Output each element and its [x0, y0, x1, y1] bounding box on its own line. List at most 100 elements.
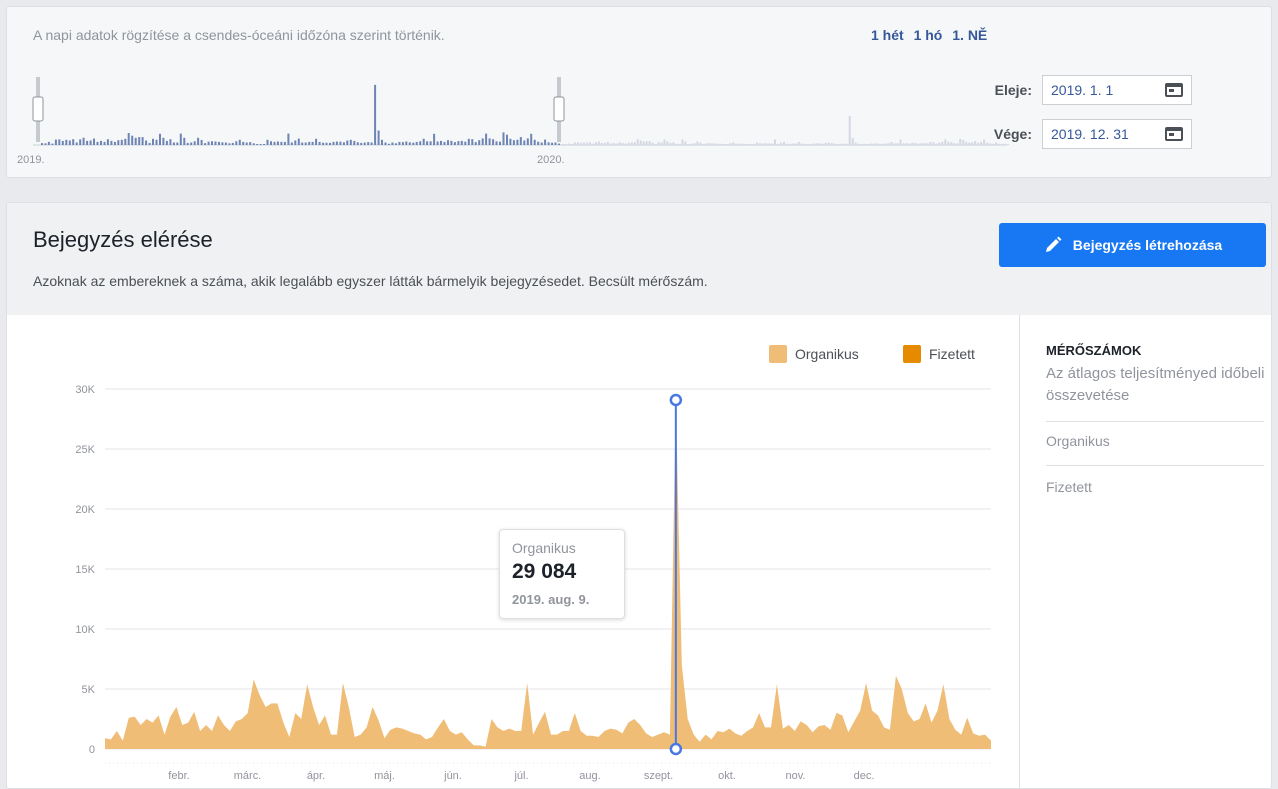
overview-bar	[276, 141, 279, 145]
metric-item-organic[interactable]: Organikus	[1046, 433, 1110, 449]
legend-swatch-paid	[903, 345, 921, 363]
overview-bar	[301, 142, 304, 145]
overview-bar	[684, 141, 687, 145]
overview-bar	[747, 144, 750, 145]
overview-bar	[492, 139, 495, 145]
overview-bar	[436, 141, 439, 145]
overview-bar	[789, 143, 791, 145]
highlight-point[interactable]	[669, 393, 683, 407]
range-handle-start-grip[interactable]	[32, 96, 44, 122]
overview-bar	[624, 143, 627, 145]
end-date-row: Vége: 2019. 12. 31	[974, 119, 1192, 149]
overview-bar	[311, 141, 314, 145]
x-tick-label: szept.	[644, 770, 673, 782]
overview-bar	[252, 143, 255, 145]
overview-bar	[415, 141, 418, 145]
overview-bar	[633, 142, 636, 145]
metric-item-paid[interactable]: Fizetett	[1046, 479, 1092, 495]
overview-bar	[398, 141, 401, 145]
divider	[1046, 421, 1264, 422]
reach-chart[interactable]: Organikus Fizetett 0 5K 10K 15K 20K 25K 30K fe…	[7, 315, 1019, 788]
highlight-point[interactable]	[669, 742, 683, 756]
overview-bar	[812, 143, 815, 145]
overview-bar	[304, 142, 307, 145]
overview-bar	[899, 139, 902, 145]
legend-organic[interactable]: Organikus	[769, 345, 859, 363]
legend-paid[interactable]: Fizetett	[903, 345, 975, 363]
overview-bar	[290, 142, 293, 145]
overview-bar	[753, 144, 756, 145]
overview-bar	[318, 141, 321, 145]
range-link-month[interactable]: 1 hó	[914, 27, 943, 43]
metrics-heading: MÉRŐSZÁMOK	[1046, 343, 1142, 358]
overview-bar	[533, 139, 536, 145]
overview-bar	[833, 143, 836, 145]
range-handle-end-grip[interactable]	[553, 96, 565, 122]
overview-bar	[956, 143, 959, 145]
y-tick-label: 10K	[75, 624, 95, 636]
overview-bar	[224, 142, 227, 145]
overview-bar	[663, 139, 666, 145]
x-tick-label: ápr.	[307, 770, 325, 782]
overview-bar	[554, 142, 557, 145]
overview-bar	[374, 84, 377, 145]
overview-bar	[705, 143, 708, 145]
overview-bar	[131, 135, 134, 145]
overview-bar	[630, 142, 633, 145]
overview-bar	[51, 143, 54, 145]
overview-bar	[422, 138, 425, 145]
overview-bar	[82, 137, 85, 145]
overview-bar	[190, 142, 193, 145]
overview-bar	[325, 142, 328, 145]
overview-bar	[732, 142, 735, 145]
overview-bar	[249, 142, 252, 145]
overview-bar	[800, 143, 803, 145]
overview-bar	[848, 115, 851, 145]
overview-bar	[245, 142, 248, 145]
x-tick-label: márc.	[234, 770, 262, 782]
overview-bar	[193, 141, 196, 145]
overview-bar	[450, 140, 453, 145]
range-link-week[interactable]: 1 hét	[871, 27, 904, 43]
overview-bar	[729, 143, 732, 145]
overview-bar	[768, 143, 771, 145]
overview-bar	[68, 140, 71, 145]
overview-bar	[654, 144, 657, 145]
overview-bar	[370, 142, 373, 145]
range-links: 1 hét 1 hó 1. NĚ	[871, 27, 993, 43]
start-date-input[interactable]: 2019. 1. 1	[1042, 75, 1192, 105]
overview-bar	[672, 142, 675, 145]
overview-bar	[780, 142, 782, 145]
overview-bar	[588, 142, 591, 145]
overview-bar	[297, 138, 300, 145]
x-tick-label: nov.	[786, 770, 806, 782]
date-range-panel: A napi adatok rögzítése a csendes-óceáni…	[6, 6, 1272, 178]
calendar-icon[interactable]	[1165, 127, 1183, 141]
overview-bar	[429, 141, 432, 145]
overview-bar	[944, 139, 947, 145]
overview-bar	[433, 133, 436, 145]
overview-bar	[660, 142, 663, 145]
overview-bar	[687, 144, 690, 145]
post-reach-panel: Bejegyzés elérése Azoknak az embereknek …	[6, 202, 1272, 789]
y-tick-label: 15K	[75, 564, 95, 576]
overview-bar	[41, 143, 43, 145]
overview-timeline[interactable]	[17, 67, 1017, 167]
x-tick-label: dec.	[854, 770, 875, 782]
end-date-label: Vége:	[993, 126, 1032, 142]
overview-bar	[72, 139, 75, 145]
overview-bar	[678, 143, 681, 145]
overview-bar	[134, 137, 137, 145]
range-link-quarter[interactable]: 1. NĚ	[952, 27, 987, 43]
create-post-button[interactable]: Bejegyzés létrehozása	[999, 223, 1266, 267]
overview-bar	[711, 143, 714, 145]
overview-bar	[544, 139, 547, 145]
overview-bar	[162, 137, 165, 145]
overview-bar	[523, 140, 526, 145]
divider	[1046, 465, 1264, 466]
end-date-input[interactable]: 2019. 12. 31	[1042, 119, 1192, 149]
overview-bar	[471, 139, 474, 145]
calendar-icon[interactable]	[1165, 83, 1183, 97]
overview-bar	[765, 143, 768, 145]
overview-bar	[214, 141, 217, 145]
